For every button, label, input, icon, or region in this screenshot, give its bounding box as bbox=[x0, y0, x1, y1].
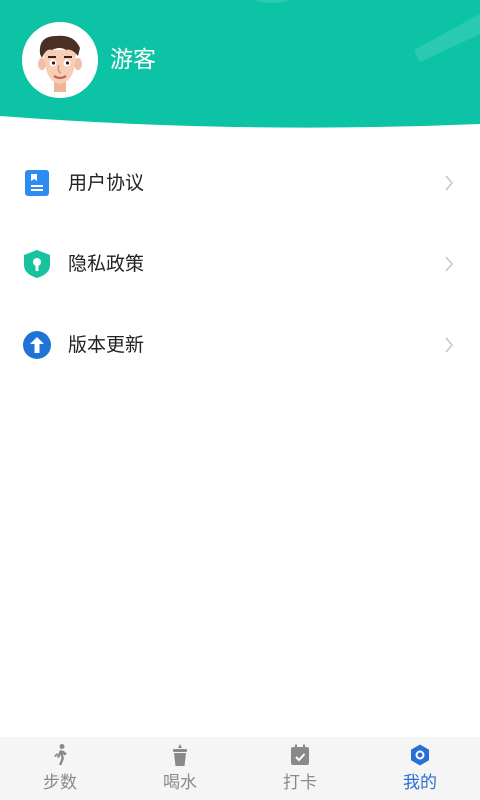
avatar[interactable] bbox=[22, 22, 98, 98]
cup-icon bbox=[173, 744, 187, 766]
profile-page: 游客 用户协议 隐私政策 版本更新 步数 喝水 打卡 我的 bbox=[0, 0, 480, 800]
menu-item-label: 用户协议 bbox=[68, 172, 145, 194]
shield-lock-icon bbox=[24, 250, 50, 278]
menu-item-privacy-policy[interactable]: 隐私政策 bbox=[0, 223, 480, 304]
hexagon-icon bbox=[411, 744, 429, 766]
avatar-face-icon bbox=[22, 22, 98, 98]
tab-label: 打卡 bbox=[283, 773, 317, 793]
walking-icon bbox=[54, 744, 67, 765]
tab-steps[interactable]: 步数 bbox=[0, 737, 120, 800]
chevron-right-icon bbox=[445, 175, 454, 191]
chevron-right-icon bbox=[445, 256, 454, 272]
document-icon bbox=[25, 170, 49, 196]
profile-header: 游客 bbox=[0, 0, 480, 130]
tab-label: 我的 bbox=[403, 773, 437, 793]
tab-label: 步数 bbox=[43, 773, 77, 793]
menu-item-label: 隐私政策 bbox=[68, 253, 145, 275]
menu-item-version-update[interactable]: 版本更新 bbox=[0, 304, 480, 385]
tab-check-in[interactable]: 打卡 bbox=[240, 737, 360, 800]
menu-item-label: 版本更新 bbox=[68, 334, 145, 356]
username: 游客 bbox=[110, 47, 156, 73]
tab-mine[interactable]: 我的 bbox=[360, 737, 480, 800]
tab-label: 喝水 bbox=[163, 773, 197, 793]
tab-drink-water[interactable]: 喝水 bbox=[120, 737, 240, 800]
calendar-check-icon bbox=[291, 744, 309, 765]
menu-item-user-agreement[interactable]: 用户协议 bbox=[0, 142, 480, 223]
arrow-up-circle-icon bbox=[23, 331, 51, 359]
bottom-navigation: 步数 喝水 打卡 我的 bbox=[0, 737, 480, 800]
chevron-right-icon bbox=[445, 337, 454, 353]
settings-menu: 用户协议 隐私政策 版本更新 bbox=[0, 142, 480, 385]
